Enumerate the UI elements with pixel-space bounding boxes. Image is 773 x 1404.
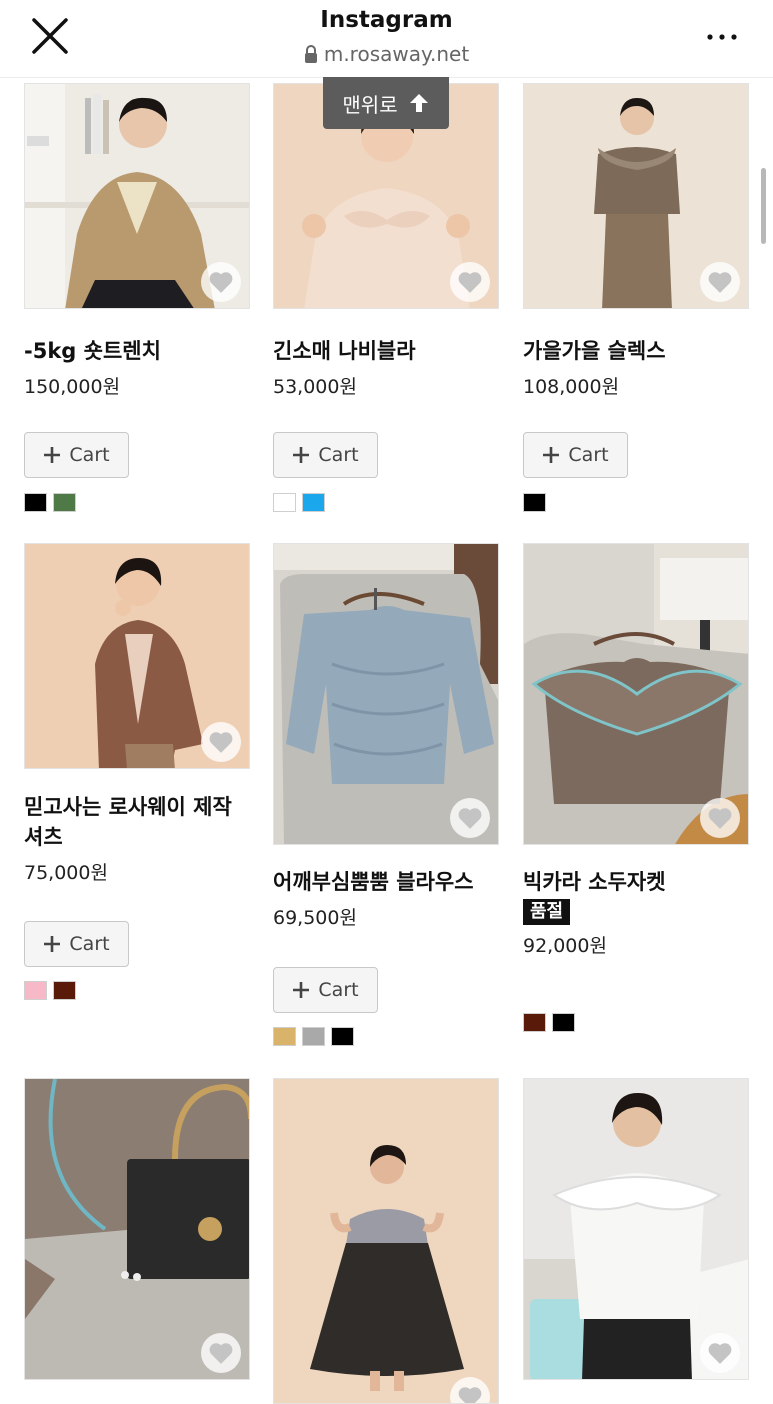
plus-icon: [44, 936, 61, 952]
plus-icon: [543, 447, 560, 463]
color-swatch[interactable]: [552, 1013, 575, 1032]
add-to-cart-button[interactable]: Cart: [273, 432, 378, 478]
product-price: 108,000원: [523, 376, 620, 398]
color-swatch[interactable]: [53, 493, 76, 512]
product-image[interactable]: [523, 543, 749, 845]
product-card[interactable]: 긴소매 나비블라 53,000원 Cart: [273, 83, 501, 512]
product-price: 150,000원: [24, 376, 121, 398]
cart-label: Cart: [318, 444, 359, 466]
color-swatch[interactable]: [331, 1027, 354, 1046]
color-swatches: [24, 493, 76, 512]
plus-icon: [44, 447, 61, 463]
product-card[interactable]: 믿고사는 로사웨이 제작 셔츠 75,000원 Cart: [24, 543, 252, 1000]
color-swatch[interactable]: [273, 1027, 296, 1046]
product-card[interactable]: 빅카라 소두자켓 품절 92,000원: [523, 543, 751, 1032]
color-swatches: [24, 981, 76, 1000]
sold-out-badge: 품절: [523, 899, 571, 925]
lock-icon: [304, 45, 317, 63]
add-to-cart-button[interactable]: Cart: [273, 967, 378, 1013]
browser-top-bar: Instagram m.rosaway.net: [0, 0, 773, 78]
product-card[interactable]: -5kg 숏트렌치 150,000원 Cart: [24, 83, 252, 512]
back-to-top-label: 맨위로: [342, 92, 398, 117]
cart-label: Cart: [318, 979, 359, 1001]
product-price: 69,500원: [273, 907, 357, 929]
plus-icon: [293, 982, 310, 998]
add-to-cart-button[interactable]: Cart: [24, 432, 129, 478]
wishlist-heart-icon[interactable]: [201, 262, 241, 302]
scrollbar[interactable]: [761, 168, 766, 244]
plus-icon: [293, 447, 310, 463]
color-swatch[interactable]: [53, 981, 76, 1000]
product-card[interactable]: 가을가을 슬렉스 108,000원 Cart: [523, 83, 751, 512]
wishlist-heart-icon[interactable]: [700, 262, 740, 302]
product-name[interactable]: 가을가을 슬렉스: [523, 336, 751, 366]
cart-label: Cart: [69, 444, 110, 466]
color-swatch[interactable]: [523, 493, 546, 512]
product-card[interactable]: [273, 1078, 501, 1404]
arrow-up-icon: [409, 94, 428, 112]
product-image[interactable]: [24, 83, 250, 309]
product-card[interactable]: [523, 1078, 751, 1380]
color-swatches: [273, 1027, 354, 1046]
wishlist-heart-icon[interactable]: [450, 262, 490, 302]
product-image[interactable]: [24, 543, 250, 769]
wishlist-heart-icon[interactable]: [201, 1333, 241, 1373]
product-card[interactable]: [24, 1078, 252, 1380]
color-swatch[interactable]: [302, 493, 325, 512]
product-price: 75,000원: [24, 862, 108, 884]
wishlist-heart-icon[interactable]: [700, 798, 740, 838]
cart-label: Cart: [69, 933, 110, 955]
wishlist-heart-icon[interactable]: [201, 722, 241, 762]
back-to-top-button[interactable]: 맨위로: [323, 77, 449, 129]
browser-url: m.rosaway.net: [0, 42, 773, 66]
color-swatch[interactable]: [24, 981, 47, 1000]
product-name[interactable]: -5kg 숏트렌치: [24, 336, 252, 366]
product-image[interactable]: [24, 1078, 250, 1380]
product-image[interactable]: [523, 1078, 749, 1380]
add-to-cart-button[interactable]: Cart: [24, 921, 129, 967]
color-swatches: [273, 493, 325, 512]
product-name[interactable]: 믿고사는 로사웨이 제작 셔츠: [24, 792, 252, 852]
color-swatch[interactable]: [302, 1027, 325, 1046]
product-image[interactable]: [523, 83, 749, 309]
product-name[interactable]: 어깨부심뿜뿜 블라우스: [273, 867, 501, 897]
more-options-icon[interactable]: [700, 22, 744, 52]
product-image[interactable]: [273, 1078, 499, 1404]
product-price: 53,000원: [273, 376, 357, 398]
wishlist-heart-icon[interactable]: [450, 798, 490, 838]
color-swatch[interactable]: [24, 493, 47, 512]
color-swatches: [523, 1013, 575, 1032]
product-card[interactable]: 어깨부심뿜뿜 블라우스 69,500원 Cart: [273, 543, 501, 1046]
product-price: 92,000원: [523, 935, 607, 957]
color-swatch[interactable]: [523, 1013, 546, 1032]
product-name[interactable]: 긴소매 나비블라: [273, 336, 501, 366]
color-swatch[interactable]: [273, 493, 296, 512]
product-name[interactable]: 빅카라 소두자켓: [523, 867, 751, 897]
browser-title: Instagram: [320, 7, 453, 33]
wishlist-heart-icon[interactable]: [700, 1333, 740, 1373]
add-to-cart-button[interactable]: Cart: [523, 432, 628, 478]
url-text: m.rosaway.net: [323, 42, 470, 66]
cart-label: Cart: [568, 444, 609, 466]
color-swatches: [523, 493, 546, 512]
product-image[interactable]: [273, 543, 499, 845]
